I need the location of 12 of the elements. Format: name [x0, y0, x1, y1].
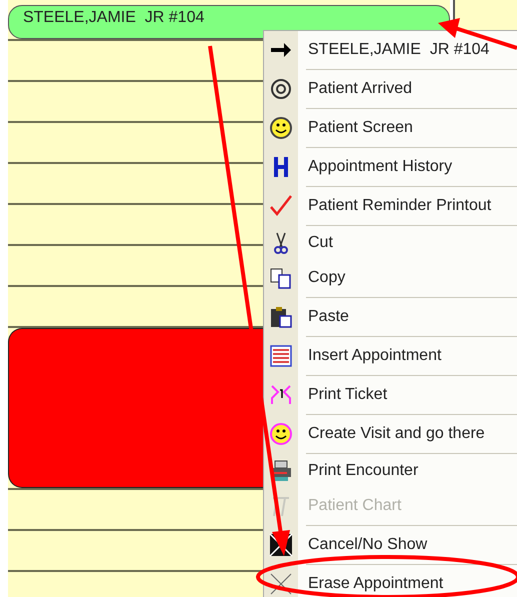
smiley-icon — [269, 422, 293, 446]
appointment-block[interactable] — [8, 328, 266, 488]
at-sign-icon — [269, 77, 293, 101]
smiley-icon — [269, 116, 293, 140]
copy-icon — [269, 266, 293, 290]
ticket-icon — [269, 383, 293, 407]
menu-item[interactable]: Cut — [264, 226, 517, 259]
cross-icon — [269, 572, 293, 596]
clipboard-icon — [269, 305, 293, 329]
checkmark-icon — [269, 194, 293, 218]
list-icon — [269, 344, 293, 368]
menu-item[interactable]: Print Encounter — [264, 454, 517, 487]
